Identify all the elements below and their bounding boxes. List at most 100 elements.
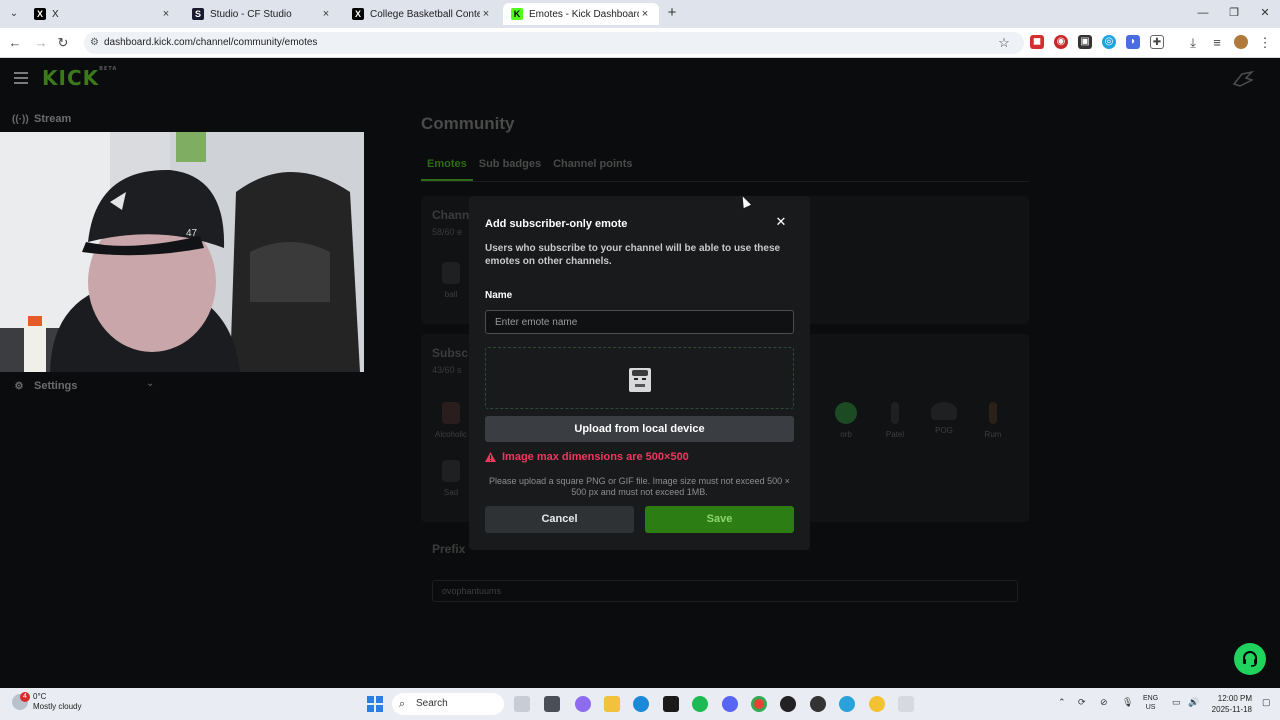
cancel-button[interactable]: Cancel bbox=[485, 506, 634, 533]
forward-arrow-icon[interactable]: → bbox=[32, 34, 50, 52]
discord-icon[interactable] bbox=[722, 696, 738, 712]
file-explorer-icon[interactable] bbox=[604, 696, 620, 712]
browser-tab-college-basketball[interactable]: X College Basketball Content on × bbox=[344, 3, 500, 25]
name-label: Name bbox=[485, 290, 513, 301]
browser-tab-bar: ⌄ X X × S Studio - CF Studio × X College… bbox=[0, 0, 1280, 28]
emote-tile[interactable]: Alcoholic bbox=[431, 402, 471, 439]
close-tab-icon[interactable]: × bbox=[480, 8, 492, 20]
display-icon[interactable]: ▭ bbox=[1172, 697, 1181, 708]
taskbar-search[interactable]: ⌕ Search bbox=[392, 693, 504, 715]
url-text: dashboard.kick.com/channel/community/emo… bbox=[104, 37, 318, 48]
x-logo-icon: X bbox=[352, 8, 364, 20]
terminal-icon[interactable] bbox=[663, 696, 679, 712]
emote-tile[interactable]: POG bbox=[924, 402, 964, 435]
emote-tile[interactable]: Sad bbox=[431, 460, 471, 497]
emote-tile[interactable]: Rum bbox=[973, 402, 1013, 439]
microphone-icon[interactable]: 🎙 bbox=[1122, 697, 1133, 708]
close-window-icon[interactable]: ✕ bbox=[1250, 4, 1280, 22]
spotify-icon[interactable] bbox=[692, 696, 708, 712]
prefix-input[interactable]: ovophantuums bbox=[432, 580, 1018, 602]
app-icon[interactable] bbox=[810, 696, 826, 712]
sidebar-item-stream[interactable]: ((·)) Stream bbox=[12, 113, 71, 125]
emote-label: ball bbox=[444, 290, 458, 299]
more-menu-icon[interactable]: ⋮ bbox=[1256, 34, 1274, 52]
restore-icon[interactable]: ❐ bbox=[1219, 4, 1249, 22]
minimize-icon[interactable]: — bbox=[1188, 4, 1218, 22]
tab-title: Emotes - Kick Dashboard bbox=[529, 8, 639, 20]
task-view-icon[interactable] bbox=[544, 696, 560, 712]
snipping-tool-icon[interactable] bbox=[898, 696, 914, 712]
tabs-divider bbox=[421, 181, 1029, 182]
browser-tab-x[interactable]: X X × bbox=[26, 3, 180, 25]
reading-list-icon[interactable]: ≡ bbox=[1208, 34, 1226, 52]
puzzle-extensions-icon[interactable]: ✚ bbox=[1150, 35, 1164, 49]
chrome-icon[interactable] bbox=[751, 696, 767, 712]
tab-title: College Basketball Content on bbox=[370, 8, 480, 20]
save-button[interactable]: Save bbox=[645, 506, 794, 533]
extension-icon[interactable]: ◼ bbox=[1030, 35, 1044, 49]
notifications-icon[interactable]: ▢ bbox=[1262, 697, 1271, 708]
show-hidden-icons-icon[interactable]: ⌃ bbox=[1058, 697, 1066, 708]
support-chat-button[interactable] bbox=[1234, 643, 1266, 675]
close-tab-icon[interactable]: × bbox=[639, 8, 651, 20]
x-logo-icon: X bbox=[34, 8, 46, 20]
bookmark-star-icon[interactable]: ☆ bbox=[995, 34, 1013, 52]
app-icon[interactable] bbox=[780, 696, 796, 712]
volume-icon[interactable]: 🔊 bbox=[1188, 697, 1199, 708]
error-text: Image max dimensions are 500×500 bbox=[502, 451, 689, 463]
browser-tab-studio[interactable]: S Studio - CF Studio × bbox=[184, 3, 340, 25]
tab-sub-badges[interactable]: Sub badges bbox=[473, 158, 547, 181]
tab-title: Studio - CF Studio bbox=[210, 8, 292, 20]
app-icon[interactable] bbox=[869, 696, 885, 712]
emote-tile[interactable]: Patel bbox=[875, 402, 915, 439]
windows-start-icon[interactable] bbox=[367, 696, 383, 712]
emote-preview-image bbox=[629, 368, 651, 392]
weather-temp: 0°C bbox=[33, 692, 47, 701]
upload-help-text: Please upload a square PNG or GIF file. … bbox=[489, 476, 790, 497]
profile-avatar[interactable] bbox=[1234, 35, 1248, 49]
browser-tab-kick-dashboard[interactable]: K Emotes - Kick Dashboard × bbox=[503, 3, 659, 25]
sidebar-item-settings[interactable]: ⚙ Settings bbox=[12, 380, 78, 392]
kick-logo[interactable]: KICKBETA bbox=[42, 66, 117, 90]
tab-channel-points[interactable]: Channel points bbox=[547, 158, 638, 181]
network-icon[interactable]: ⊘ bbox=[1100, 697, 1108, 708]
svg-text:47: 47 bbox=[186, 228, 198, 239]
telegram-icon[interactable] bbox=[839, 696, 855, 712]
hamburger-menu-icon[interactable] bbox=[14, 72, 28, 84]
new-tab-plus-icon[interactable]: + bbox=[664, 4, 680, 22]
tab-emotes[interactable]: Emotes bbox=[421, 158, 473, 181]
logo-text: KICK bbox=[42, 66, 100, 90]
cloud-icon: 4 bbox=[12, 692, 30, 710]
emote-name-input[interactable] bbox=[485, 310, 794, 334]
emote-tile[interactable]: ball bbox=[431, 262, 471, 299]
back-arrow-icon[interactable]: ← bbox=[6, 34, 24, 52]
reload-icon[interactable]: ↻ bbox=[54, 34, 72, 52]
copilot-app-icon[interactable] bbox=[575, 696, 591, 712]
edge-icon[interactable] bbox=[633, 696, 649, 712]
sync-icon[interactable]: ⟳ bbox=[1078, 697, 1086, 708]
extension-icon[interactable]: ◎ bbox=[1102, 35, 1116, 49]
close-icon[interactable]: ✕ bbox=[774, 215, 788, 229]
download-icon[interactable]: ⤓ bbox=[1184, 34, 1202, 52]
tab-search-chevron-icon[interactable]: ⌄ bbox=[6, 6, 22, 22]
channel-emotes-count: 58/60 e bbox=[432, 227, 463, 237]
chevron-down-icon[interactable]: ⌄ bbox=[146, 378, 154, 389]
emote-upload-dropzone[interactable] bbox=[485, 347, 794, 409]
site-info-icon[interactable]: ⚙ bbox=[90, 32, 99, 54]
extension-icon[interactable]: ▣ bbox=[1078, 35, 1092, 49]
extension-icon[interactable]: ◗ bbox=[1126, 35, 1140, 49]
emote-image bbox=[891, 402, 899, 424]
address-bar[interactable]: ⚙ dashboard.kick.com/channel/community/e… bbox=[84, 32, 1024, 54]
region-code: US bbox=[1145, 704, 1156, 711]
extension-icon[interactable]: ◉ bbox=[1054, 35, 1068, 49]
upload-from-device-button[interactable]: Upload from local device bbox=[485, 416, 794, 442]
emote-tile[interactable]: orb bbox=[826, 402, 866, 439]
weather-widget[interactable]: 4 0°C Mostly cloudy bbox=[12, 692, 81, 712]
system-clock[interactable]: 12:00 PM 2025-11-18 bbox=[1206, 693, 1252, 715]
page-title: Community bbox=[421, 114, 515, 133]
copilot-icon[interactable] bbox=[514, 696, 530, 712]
close-tab-icon[interactable]: × bbox=[320, 8, 332, 20]
language-indicator[interactable]: ENG US bbox=[1143, 694, 1158, 712]
studio-logo-icon[interactable] bbox=[1232, 70, 1255, 88]
close-tab-icon[interactable]: × bbox=[160, 8, 172, 20]
